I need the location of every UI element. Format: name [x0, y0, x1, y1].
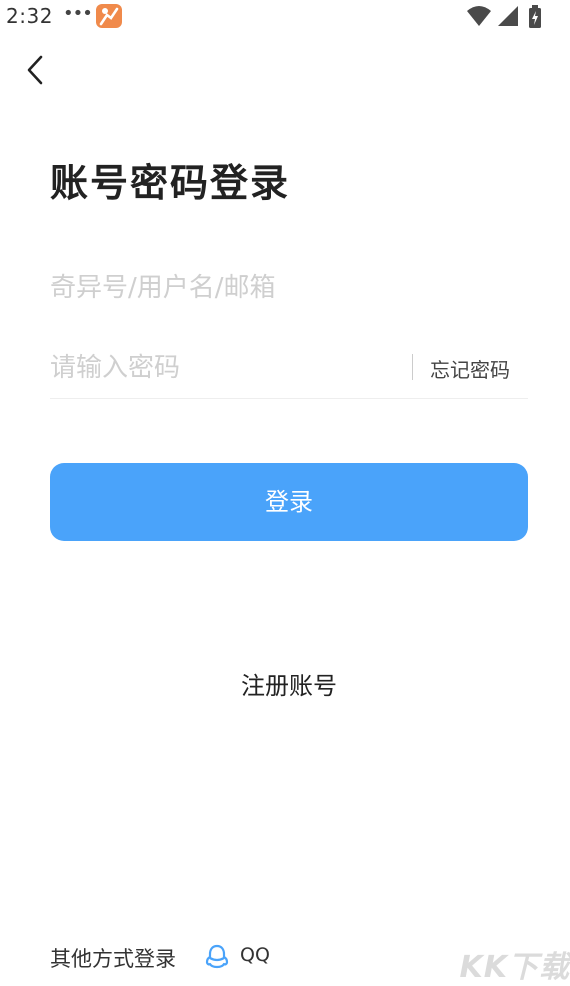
password-underline — [50, 398, 528, 399]
more-notifications-icon: ••• — [63, 3, 93, 24]
watermark: KK下载 — [459, 950, 570, 985]
signal-icon — [498, 6, 518, 26]
login-button[interactable]: 登录 — [50, 463, 528, 541]
qq-label: QQ — [240, 944, 270, 966]
app-notification-icon — [96, 4, 122, 28]
page-title: 账号密码登录 — [50, 161, 291, 205]
wifi-icon — [467, 6, 491, 26]
other-login-label: 其他方式登录 — [50, 947, 176, 971]
status-bar: 2:32 ••• — [0, 0, 570, 34]
back-button[interactable] — [18, 50, 54, 90]
register-link[interactable]: 注册账号 — [0, 666, 570, 701]
password-input[interactable] — [50, 338, 390, 398]
chevron-left-icon — [27, 55, 43, 85]
battery-icon — [529, 5, 541, 28]
forgot-password-link[interactable]: 忘记密码 — [430, 354, 510, 383]
qq-icon — [205, 944, 229, 969]
username-input[interactable] — [50, 258, 390, 318]
field-divider — [412, 354, 413, 380]
username-field — [50, 258, 528, 318]
qq-login-button[interactable]: QQ — [204, 941, 284, 973]
status-time: 2:32 — [6, 4, 53, 28]
password-field: 忘记密码 — [50, 338, 528, 398]
